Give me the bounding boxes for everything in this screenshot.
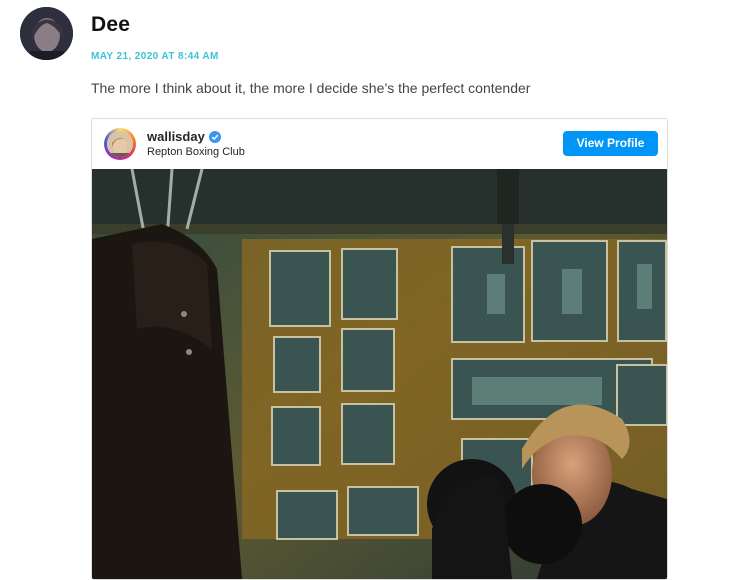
username-row: wallisday: [147, 129, 221, 144]
profile-avatar-image: [107, 131, 133, 157]
view-profile-button[interactable]: View Profile: [563, 131, 658, 156]
comment-author[interactable]: Dee: [91, 13, 130, 37]
post-photo[interactable]: [92, 169, 667, 579]
verified-badge-icon: [208, 130, 221, 143]
avatar-image: [20, 7, 73, 60]
profile-username[interactable]: wallisday: [147, 129, 205, 144]
commenter-avatar: [20, 7, 73, 60]
post-location[interactable]: Repton Boxing Club: [147, 146, 245, 158]
comment-text: The more I think about it, the more I de…: [91, 80, 531, 96]
profile-avatar[interactable]: [104, 128, 136, 160]
embed-header: wallisday Repton Boxing Club View Profil…: [92, 119, 667, 170]
comment-timestamp[interactable]: MAY 21, 2020 AT 8:44 AM: [91, 51, 219, 62]
instagram-embed: wallisday Repton Boxing Club View Profil…: [91, 118, 668, 580]
